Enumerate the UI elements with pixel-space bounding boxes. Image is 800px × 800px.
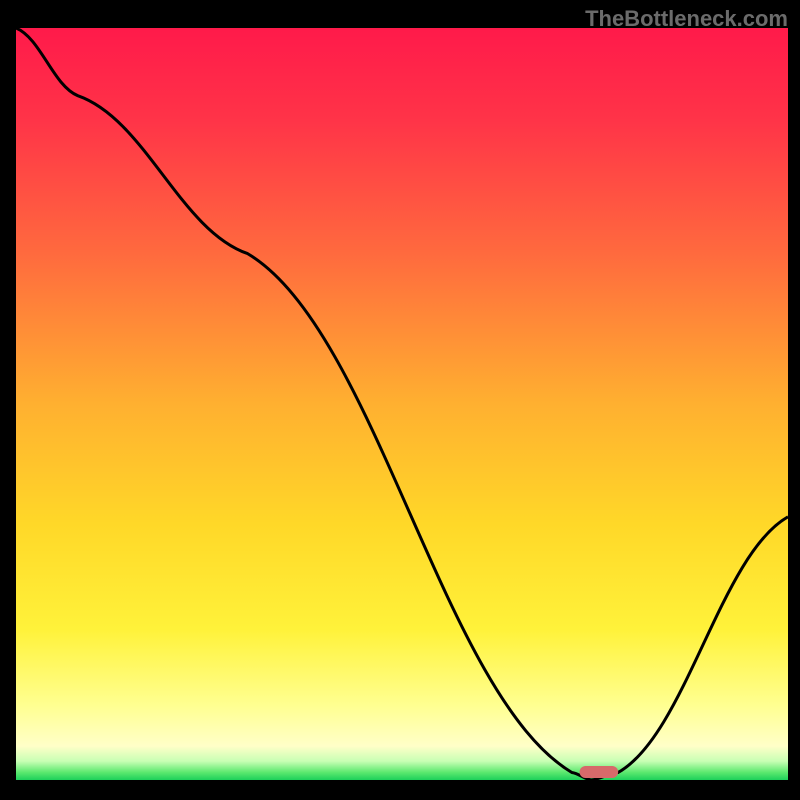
watermark-text: TheBottleneck.com: [585, 6, 788, 32]
bottleneck-chart: TheBottleneck.com: [0, 0, 800, 800]
chart-svg: [0, 0, 800, 800]
optimal-marker: [580, 766, 619, 778]
gradient-background: [16, 28, 788, 780]
